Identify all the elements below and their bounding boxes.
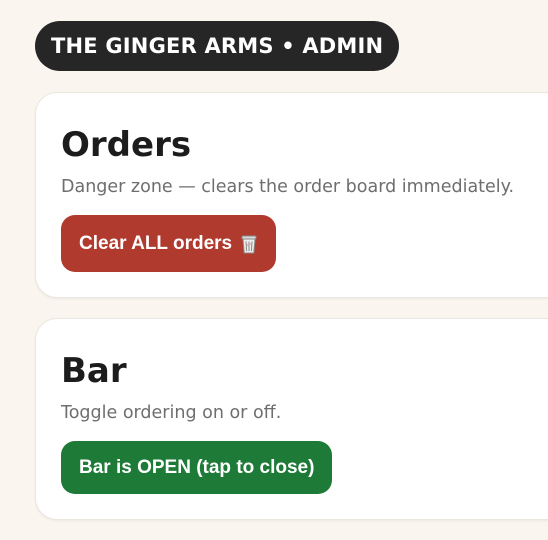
orders-title: Orders (61, 125, 192, 165)
clear-all-orders-label: Clear ALL orders (79, 232, 233, 254)
bar-toggle-button[interactable]: Bar is OPEN (tap to close) (61, 441, 333, 494)
orders-card: Orders Danger zone — clears the order bo… (35, 92, 548, 298)
bar-title: Bar (61, 351, 127, 391)
trash-can-icon (241, 235, 257, 253)
app-title: THE GINGER ARMS • ADMIN (51, 34, 384, 58)
orders-description: Danger zone — clears the order board imm… (61, 177, 515, 197)
bar-toggle-label: Bar is OPEN (tap to close) (79, 456, 315, 478)
bar-card: Bar Toggle ordering on or off. Bar is OP… (35, 318, 548, 520)
app-title-badge: THE GINGER ARMS • ADMIN (35, 21, 400, 71)
clear-all-orders-button[interactable]: Clear ALL orders (61, 215, 277, 272)
bar-description: Toggle ordering on or off. (61, 403, 282, 423)
